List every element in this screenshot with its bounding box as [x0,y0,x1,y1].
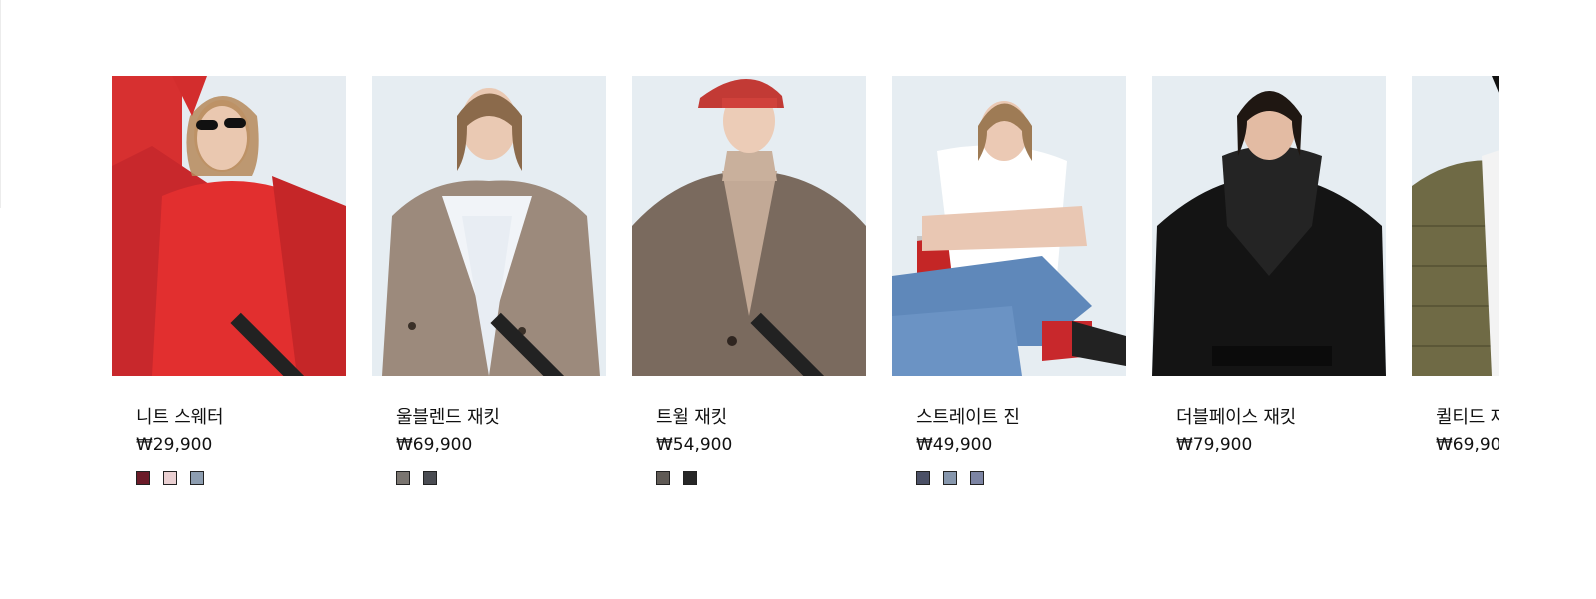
color-swatch[interactable] [683,471,697,485]
product-image[interactable] [1412,76,1499,376]
product-name[interactable]: 트윌 재킷 [656,406,866,430]
model-double-face-jacket-photo [1152,76,1386,376]
product-price: ₩54,900 [656,435,733,455]
product-image[interactable] [372,76,606,376]
product-name[interactable]: 퀼티드 재킷 [1436,406,1499,430]
product-card[interactable]: 트윌 재킷 ₩54,900 [632,76,866,487]
color-swatches [916,471,1126,487]
color-swatch[interactable] [190,471,204,485]
product-info: 니트 스웨터 ₩29,900 [112,376,346,487]
product-name[interactable]: 더블페이스 재킷 [1176,406,1386,430]
product-card[interactable]: 퀼티드 재킷 ₩69,900 [1412,76,1499,487]
product-info: 울블렌드 재킷 ₩69,900 [372,376,606,487]
color-swatch[interactable] [163,471,177,485]
divider [0,0,1,208]
product-name[interactable]: 스트레이트 진 [916,406,1126,430]
color-swatches [1436,471,1499,487]
arrow-right-icon[interactable] [112,241,338,376]
model-straight-jeans-photo [892,76,1126,376]
color-swatch[interactable] [136,471,150,485]
arrow-right-icon[interactable] [632,241,858,376]
product-carousel-page: 니트 스웨터 ₩29,900 울블렌드 재킷 ₩69,900 트윌 재킷 ₩54… [0,0,1596,599]
product-price: ₩79,900 [1176,435,1253,455]
product-price: ₩69,900 [1436,435,1499,455]
product-info: 스트레이트 진 ₩49,900 [892,376,1126,487]
color-swatches [1176,471,1386,487]
product-carousel[interactable]: 니트 스웨터 ₩29,900 울블렌드 재킷 ₩69,900 트윌 재킷 ₩54… [112,0,1499,599]
product-price: ₩69,900 [396,435,473,455]
arrow-right-icon[interactable] [372,241,598,376]
model-quilted-jacket-photo [1412,76,1499,376]
product-image[interactable] [892,76,1126,376]
product-price: ₩29,900 [136,435,213,455]
product-info: 더블페이스 재킷 ₩79,900 [1152,376,1386,487]
product-image[interactable] [1152,76,1386,376]
product-name[interactable]: 울블렌드 재킷 [396,406,606,430]
product-card[interactable]: 울블렌드 재킷 ₩69,900 [372,76,606,487]
product-price: ₩49,900 [916,435,993,455]
product-name[interactable]: 니트 스웨터 [136,406,346,430]
color-swatch[interactable] [656,471,670,485]
color-swatch[interactable] [970,471,984,485]
carousel-track: 니트 스웨터 ₩29,900 울블렌드 재킷 ₩69,900 트윌 재킷 ₩54… [112,76,1499,487]
product-card[interactable]: 니트 스웨터 ₩29,900 [112,76,346,487]
color-swatches [656,471,866,487]
color-swatch[interactable] [423,471,437,485]
color-swatches [136,471,346,487]
product-info: 트윌 재킷 ₩54,900 [632,376,866,487]
color-swatches [396,471,606,487]
product-image[interactable] [632,76,866,376]
product-info: 퀼티드 재킷 ₩69,900 [1412,376,1499,487]
color-swatch[interactable] [396,471,410,485]
product-card[interactable]: 스트레이트 진 ₩49,900 [892,76,1126,487]
product-card[interactable]: 더블페이스 재킷 ₩79,900 [1152,76,1386,487]
color-swatch[interactable] [916,471,930,485]
product-image[interactable] [112,76,346,376]
color-swatch[interactable] [943,471,957,485]
